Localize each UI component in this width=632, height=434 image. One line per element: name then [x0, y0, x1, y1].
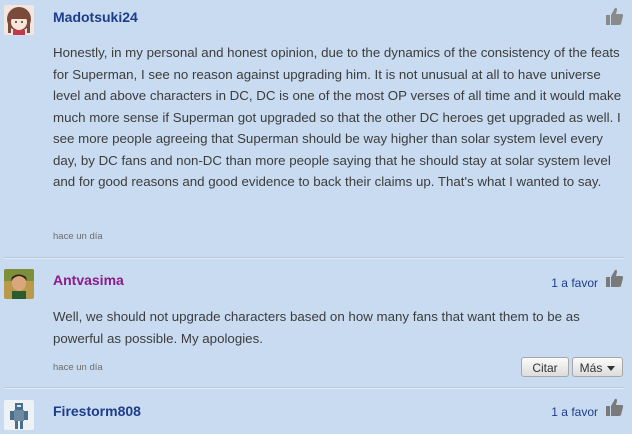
robot-avatar-icon[interactable]: [4, 400, 34, 430]
divider: [4, 257, 624, 259]
comment-body: Well, we should not upgrade characters b…: [53, 309, 580, 346]
divider: [4, 387, 624, 389]
more-label: Más: [579, 361, 603, 375]
timestamp: hace un día: [53, 231, 103, 242]
girl-avatar-icon[interactable]: [4, 5, 34, 35]
thumbs-up-icon[interactable]: [604, 268, 624, 288]
comment-body: Honestly, in my personal and honest opin…: [53, 45, 622, 189]
thumbs-up-icon[interactable]: [604, 6, 624, 26]
man-avatar-icon[interactable]: [4, 269, 34, 299]
username[interactable]: Firestorm808: [53, 403, 141, 419]
more-dropdown-button[interactable]: Más: [572, 357, 623, 377]
thumbs-up-icon[interactable]: [604, 397, 624, 417]
quote-button[interactable]: Citar: [521, 357, 569, 377]
username[interactable]: Antvasima: [53, 272, 124, 288]
like-count[interactable]: 1 a favor: [551, 276, 598, 290]
username[interactable]: Madotsuki24: [53, 9, 138, 25]
timestamp: hace un día: [53, 362, 103, 373]
chevron-down-icon: [607, 366, 616, 372]
like-count[interactable]: 1 a favor: [551, 405, 598, 419]
